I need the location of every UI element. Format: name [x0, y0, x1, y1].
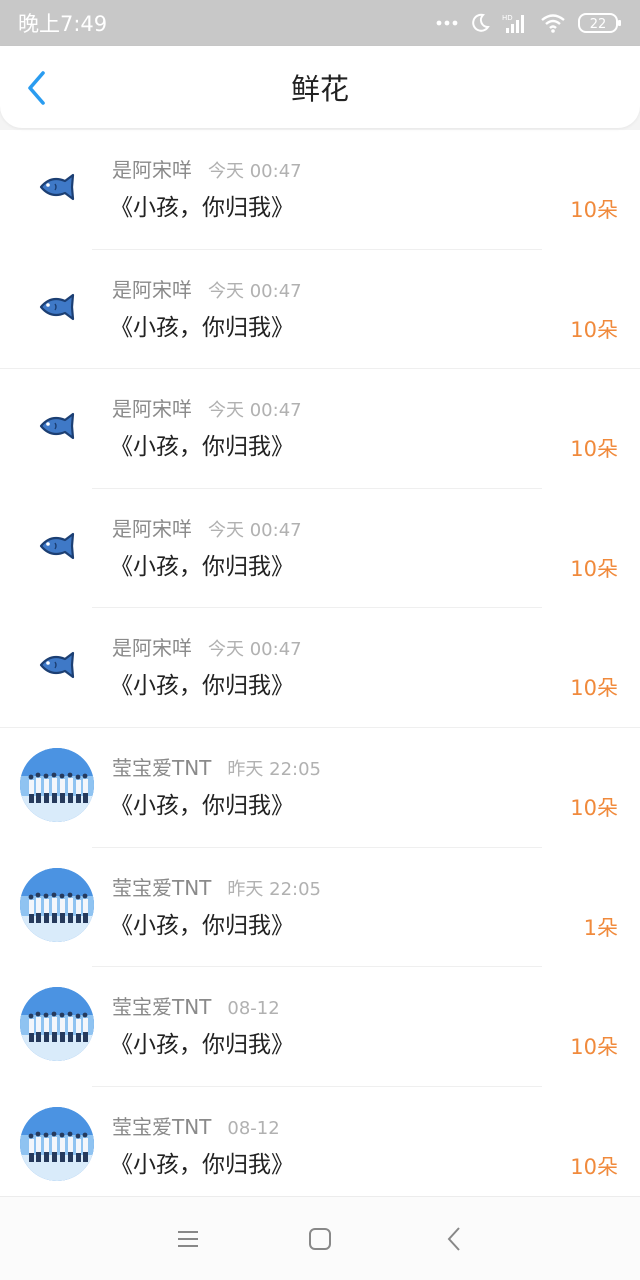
sender-name-line: 莹宝爱TNT 昨天 22:05: [112, 752, 321, 781]
record-row[interactable]: 是阿宋咩 今天 00:47 《小孩，你归我》 10朵: [0, 130, 640, 250]
avatar[interactable]: [20, 150, 94, 224]
status-time: 晚上7:49: [18, 12, 108, 36]
work-title[interactable]: 《小孩，你归我》: [110, 427, 294, 461]
nav-back-button[interactable]: [438, 1223, 470, 1255]
work-title[interactable]: 《小孩，你归我》: [110, 666, 294, 700]
battery-icon: 22: [578, 12, 622, 34]
svg-text:HD: HD: [502, 14, 513, 22]
status-bar: 晚上7:49 HD 22: [0, 0, 640, 46]
avatar[interactable]: [20, 867, 94, 942]
sender-name[interactable]: 是阿宋咩: [112, 158, 192, 182]
send-time: 今天 00:47: [208, 280, 302, 302]
work-title[interactable]: 《小孩，你归我》: [110, 308, 294, 342]
avatar[interactable]: [20, 270, 94, 344]
sender-name-line: 是阿宋咩 今天 00:47: [112, 274, 302, 303]
flower-list: 是阿宋咩 今天 00:47 《小孩，你归我》 10朵 是阿宋咩 今天 00:47 《小孩，你…: [0, 130, 640, 1207]
sender-name-line: 莹宝爱TNT 08-12: [112, 991, 280, 1020]
avatar[interactable]: [20, 1106, 94, 1181]
battery-level: 22: [590, 17, 607, 32]
sender-name[interactable]: 莹宝爱TNT: [112, 876, 211, 900]
send-time: 08-12: [227, 998, 280, 1020]
record-row[interactable]: 是阿宋咩 今天 00:47 《小孩，你归我》 10朵: [0, 250, 640, 370]
work-title[interactable]: 《小孩，你归我》: [110, 906, 294, 940]
signal-icon: HD: [502, 12, 528, 34]
sender-name[interactable]: 莹宝爱TNT: [112, 1115, 211, 1139]
flower-count: 10朵: [570, 198, 618, 222]
screen: 晚上7:49 HD 22 鲜花 是阿宋咩 今天 00:47 《小孩，你归我》 1…: [0, 0, 640, 1280]
send-time: 08-12: [227, 1117, 280, 1139]
sender-name-line: 是阿宋咩 今天 00:47: [112, 393, 302, 422]
work-title[interactable]: 《小孩，你归我》: [110, 547, 294, 581]
sender-name[interactable]: 是阿宋咩: [112, 278, 192, 302]
sender-name[interactable]: 是阿宋咩: [112, 636, 192, 660]
moon-icon: [470, 13, 490, 33]
record-row[interactable]: 莹宝爱TNT 08-12 《小孩，你归我》 10朵: [0, 1087, 640, 1207]
send-time: 今天 00:47: [208, 400, 302, 422]
avatar[interactable]: [20, 509, 94, 583]
sender-name[interactable]: 是阿宋咩: [112, 517, 192, 541]
flower-count: 10朵: [570, 1154, 618, 1179]
home-icon: [309, 1228, 331, 1250]
avatar[interactable]: [20, 389, 94, 463]
record-row[interactable]: 是阿宋咩 今天 00:47 《小孩，你归我》 10朵: [0, 608, 640, 728]
dots-icon: [436, 19, 458, 27]
sender-name-line: 是阿宋咩 今天 00:47: [112, 632, 302, 661]
work-title[interactable]: 《小孩，你归我》: [110, 1145, 294, 1179]
home-button[interactable]: [304, 1223, 336, 1255]
sender-name[interactable]: 莹宝爱TNT: [112, 995, 211, 1019]
sender-name-line: 莹宝爱TNT 昨天 22:05: [112, 872, 321, 901]
menu-icon: [178, 1231, 198, 1247]
wifi-icon: [540, 13, 566, 33]
sender-name-line: 是阿宋咩 今天 00:47: [112, 154, 302, 183]
send-time: 昨天 22:05: [227, 878, 322, 900]
record-row[interactable]: 莹宝爱TNT 昨天 22:05 《小孩，你归我》 1朵: [0, 848, 640, 968]
flower-count: 1朵: [583, 915, 618, 940]
work-title[interactable]: 《小孩，你归我》: [110, 1025, 294, 1059]
flower-count: 10朵: [570, 556, 618, 581]
status-icons: HD 22: [436, 12, 622, 34]
send-time: 昨天 22:05: [227, 758, 322, 780]
sender-name-line: 莹宝爱TNT 08-12: [112, 1111, 280, 1140]
header-wrap: 鲜花: [0, 46, 640, 130]
sender-name[interactable]: 莹宝爱TNT: [112, 756, 211, 780]
page-title: 鲜花: [290, 72, 349, 106]
avatar[interactable]: [20, 987, 94, 1062]
avatar[interactable]: [20, 747, 94, 822]
record-row[interactable]: 莹宝爱TNT 昨天 22:05 《小孩，你归我》 10朵: [0, 728, 640, 848]
record-row[interactable]: 是阿宋咩 今天 00:47 《小孩，你归我》 10朵: [0, 489, 640, 609]
sender-name[interactable]: 是阿宋咩: [112, 397, 192, 421]
avatar[interactable]: [20, 628, 94, 702]
flower-count: 10朵: [570, 795, 618, 820]
flower-count: 10朵: [570, 437, 618, 462]
system-nav-bar: [0, 1196, 640, 1280]
flower-count: 10朵: [570, 317, 618, 342]
send-time: 今天 00:47: [208, 639, 302, 661]
menu-button[interactable]: [172, 1223, 204, 1255]
work-title[interactable]: 《小孩，你归我》: [110, 786, 294, 820]
record-row[interactable]: 莹宝爱TNT 08-12 《小孩，你归我》 10朵: [0, 967, 640, 1087]
send-time: 今天 00:47: [208, 161, 302, 182]
sender-name-line: 是阿宋咩 今天 00:47: [112, 513, 302, 542]
flower-count: 10朵: [570, 676, 618, 701]
send-time: 今天 00:47: [208, 519, 302, 541]
record-row[interactable]: 是阿宋咩 今天 00:47 《小孩，你归我》 10朵: [0, 369, 640, 489]
flower-count: 10朵: [570, 1035, 618, 1060]
work-title[interactable]: 《小孩，你归我》: [110, 188, 294, 222]
back-icon: [447, 1227, 460, 1251]
header: 鲜花: [0, 46, 640, 128]
